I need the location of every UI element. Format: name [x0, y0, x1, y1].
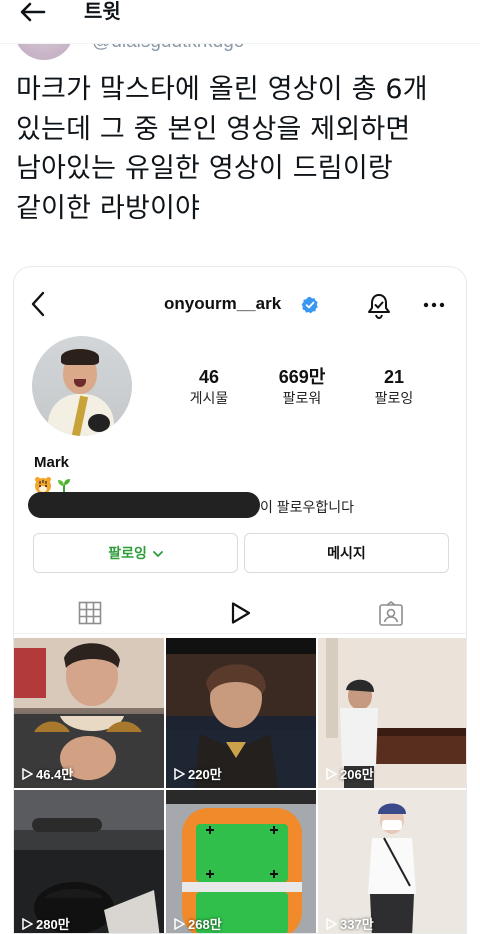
- reel-tile[interactable]: 206만: [318, 638, 466, 788]
- tweet-line: 마크가 맠스타에 올린 영상이 총 6개: [16, 74, 428, 105]
- play-icon: [174, 767, 185, 780]
- verified-badge-icon: [301, 296, 318, 314]
- page-title: 트윗: [84, 1, 121, 23]
- grid-tab-icon[interactable]: [78, 601, 102, 625]
- profile-photo: [32, 336, 132, 436]
- top-bar: 트윗: [0, 0, 480, 44]
- stat-followers: 669만 팔로워: [262, 367, 342, 408]
- back-arrow-icon[interactable]: [18, 0, 48, 24]
- tweet-line: 남아있는 유일한 영상이 드림이랑: [16, 153, 393, 184]
- play-icon: [22, 767, 33, 780]
- ig-username: onyourm__ark: [164, 294, 282, 313]
- reels-tab-icon[interactable]: [228, 601, 252, 625]
- bio-name: Mark: [34, 454, 70, 471]
- view-count-label: 280만: [36, 917, 70, 932]
- following-button-label: 팔로잉: [108, 545, 147, 561]
- notification-bell-icon: [368, 294, 390, 320]
- message-button[interactable]: 메시지: [244, 533, 449, 573]
- view-count-label: 337만: [340, 917, 374, 932]
- ig-back-chevron-icon: [31, 291, 45, 317]
- view-count-label: 206만: [340, 767, 374, 782]
- view-count-label: 220만: [188, 767, 222, 782]
- stat-following: 21 팔로잉: [354, 367, 434, 408]
- chevron-down-icon: [152, 551, 163, 558]
- stat-posts: 46 게시물: [169, 367, 249, 408]
- reel-tile[interactable]: 337만: [318, 790, 466, 933]
- more-options-icon: [423, 302, 445, 308]
- view-count: 268만: [173, 914, 222, 933]
- reel-tile[interactable]: 46.4만: [14, 638, 164, 788]
- view-count: 206만: [325, 764, 374, 783]
- play-icon: [326, 767, 337, 780]
- stat-value: 669만: [278, 367, 326, 387]
- tweet-text: 마크가 맠스타에 올린 영상이 총 6개 있는데 그 중 본인 영상을 제외하면…: [16, 70, 466, 228]
- reels-grid: 46.4만 220만 206만 280만 268만 337만: [14, 638, 466, 933]
- reel-tile[interactable]: 220만: [166, 638, 316, 788]
- view-count: 220만: [173, 764, 222, 783]
- view-count: 337만: [325, 914, 374, 933]
- play-icon: [326, 917, 337, 930]
- view-count: 280만: [21, 914, 70, 933]
- play-icon: [174, 917, 185, 930]
- reel-tile[interactable]: 268만: [166, 790, 316, 933]
- redaction-bar: [28, 492, 260, 518]
- tweet-media-image[interactable]: onyourm__ark 46 게시물 669만 팔로워 21 팔로잉 Mark: [13, 266, 467, 934]
- view-count: 46.4만: [21, 764, 73, 783]
- reel-tile[interactable]: 280만: [14, 790, 164, 933]
- reel-thumbnail: [318, 790, 466, 933]
- tagged-tab-icon[interactable]: [378, 601, 404, 627]
- reel-thumbnail: [166, 790, 316, 933]
- reel-thumbnail: [14, 790, 164, 933]
- stat-label: 팔로잉: [374, 390, 414, 406]
- view-count-label: 268만: [188, 917, 222, 932]
- stat-value: 21: [383, 367, 405, 387]
- stat-label: 게시물: [189, 390, 229, 406]
- tweet-line: 같이한 라방이야: [16, 192, 201, 224]
- tab-divider: [14, 633, 466, 634]
- view-count-label: 46.4만: [36, 767, 74, 782]
- tweet-line: 있는데 그 중 본인 영상을 제외하면: [16, 113, 411, 145]
- following-button[interactable]: 팔로잉: [33, 533, 238, 573]
- play-icon: [22, 917, 33, 930]
- followed-by-text: 이 팔로우합니다: [260, 499, 355, 515]
- stat-value: 46: [198, 367, 220, 387]
- stat-label: 팔로워: [282, 390, 322, 406]
